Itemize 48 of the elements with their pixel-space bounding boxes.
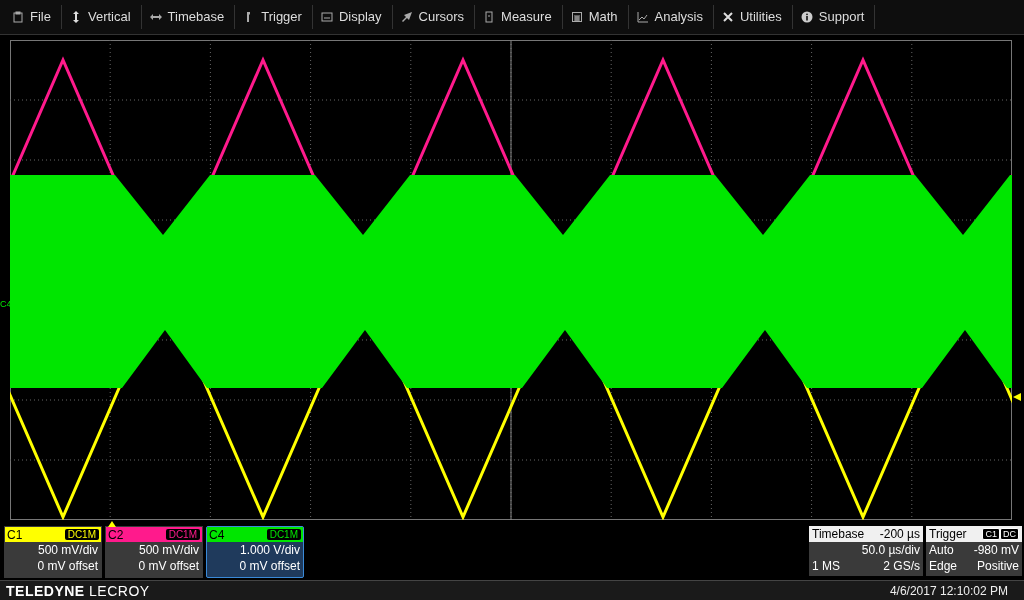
channel-scale: 1.000 V/div xyxy=(238,542,301,559)
trigger-coupling-tag: DC xyxy=(1000,528,1019,541)
channel-name: C2 xyxy=(108,527,124,542)
channel-scale: 500 mV/div xyxy=(137,542,200,559)
channel-descriptor[interactable]: C2 DC1M 500 mV/div 0 mV offset xyxy=(105,526,203,579)
screen-icon xyxy=(320,10,333,23)
info-icon xyxy=(800,10,813,23)
trigger-title: Trigger xyxy=(929,527,967,542)
trigger-slope: Positive xyxy=(976,558,1019,575)
channel-offset: 0 mV offset xyxy=(238,558,301,575)
menu-item[interactable]: Analysis xyxy=(628,4,714,29)
menu-item[interactable]: Measure xyxy=(475,4,563,29)
menu-item[interactable]: Timebase xyxy=(141,4,236,29)
timebase-scale: 50.0 µs/div xyxy=(861,542,920,559)
trigger-level: -980 mV xyxy=(973,542,1019,559)
coupling-tag: DC1M xyxy=(64,529,99,541)
channel-name: C4 xyxy=(209,527,225,542)
channel-offset: 0 mV offset xyxy=(137,558,200,575)
coupling-tag: DC1M xyxy=(266,529,301,541)
trigger-descriptor[interactable]: Trigger C1 DC Auto -980 mV Edge Positive xyxy=(926,526,1022,577)
sample-rate: 2 GS/s xyxy=(883,558,920,575)
cursor-arrow-icon xyxy=(400,10,413,23)
clipboard-icon xyxy=(12,10,24,23)
brand-logo: TELEDYNE LECROY xyxy=(6,582,150,599)
menu-item[interactable]: File xyxy=(4,4,62,29)
menu-item[interactable]: Display xyxy=(312,4,393,29)
channel-name: C1 xyxy=(7,527,23,542)
trigger-mode: Auto xyxy=(929,542,954,559)
menu-item[interactable]: Utilities xyxy=(713,4,793,29)
menu-item[interactable]: Math xyxy=(562,4,629,29)
timebase-delay: -200 µs xyxy=(879,527,920,542)
menu-item[interactable]: Vertical xyxy=(61,4,142,29)
timebase-descriptor[interactable]: Timebase -200 µs 50.0 µs/div 1 MS 2 GS/s xyxy=(809,526,923,577)
menu-item[interactable]: Cursors xyxy=(392,4,476,29)
trigger-source-tag: C1 xyxy=(982,528,1000,541)
channel-descriptor[interactable]: C1 DC1M 500 mV/div 0 mV offset xyxy=(4,526,102,579)
channel-descriptor[interactable]: C4 DC1M 1.000 V/div 0 mV offset xyxy=(206,526,304,579)
chart-icon xyxy=(636,10,649,23)
menu-item[interactable]: Trigger xyxy=(235,4,313,29)
tools-icon xyxy=(721,10,734,23)
timebase-title: Timebase xyxy=(812,527,865,542)
coupling-tag: DC1M xyxy=(165,529,200,541)
menu-item[interactable]: Support xyxy=(792,4,876,29)
channel-scale: 500 mV/div xyxy=(36,542,99,559)
sample-count: 1 MS xyxy=(812,558,840,575)
trigger-type: Edge xyxy=(929,558,958,575)
date-time: 4/6/2017 12:10:02 PM xyxy=(889,583,1008,598)
channel-offset: 0 mV offset xyxy=(36,558,99,575)
